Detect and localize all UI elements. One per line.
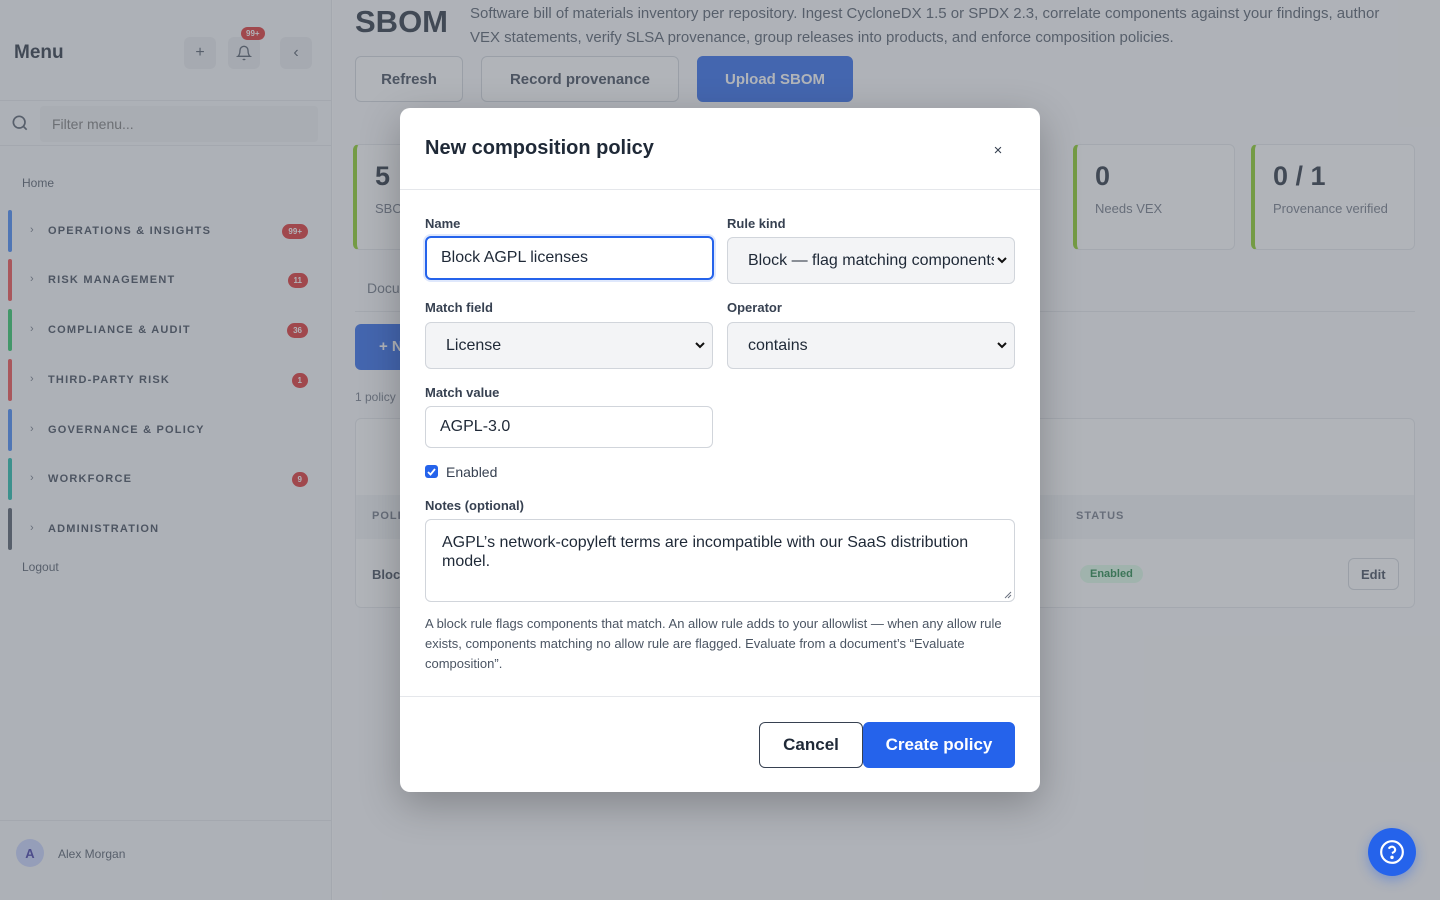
match-value-label: Match value — [425, 385, 500, 400]
resize-grip-icon[interactable] — [1004, 591, 1012, 599]
name-label: Name — [425, 216, 461, 231]
help-text: A block rule flags components that match… — [425, 616, 1002, 671]
notes-textarea[interactable]: AGPL’s network-copyleft terms are incomp… — [425, 519, 1015, 602]
check-icon — [427, 467, 436, 476]
operator-select[interactable]: contains — [727, 322, 1015, 369]
dialog-title: New composition policy — [425, 137, 654, 159]
chevron-down-icon — [994, 323, 1010, 368]
cancel-button[interactable]: Cancel — [759, 722, 863, 768]
rule-kind-label: Rule kind — [727, 216, 786, 231]
close-icon: × — [993, 141, 1003, 159]
name-input[interactable] — [425, 236, 714, 280]
match-field-select[interactable]: License — [425, 322, 713, 369]
notes-value: AGPL’s network-copyleft terms are incomp… — [442, 534, 969, 570]
operator-label: Operator — [727, 300, 782, 315]
rule-kind-select[interactable]: Block — flag matching components — [727, 237, 1015, 284]
enabled-checkbox[interactable] — [425, 465, 438, 478]
create-policy-button[interactable]: Create policy — [863, 722, 1015, 768]
rule-kind-value: Block — flag matching components — [748, 251, 994, 269]
chevron-down-icon — [692, 323, 708, 368]
dialog-header: New composition policy × — [400, 108, 1040, 190]
match-field-value: License — [446, 336, 502, 354]
close-button[interactable]: × — [986, 138, 1010, 162]
match-value-input[interactable] — [425, 406, 713, 448]
enabled-label[interactable]: Enabled — [446, 464, 497, 480]
operator-value: contains — [748, 336, 808, 354]
match-field-label: Match field — [425, 300, 493, 315]
dialog-footer: Cancel Create policy — [400, 696, 1040, 792]
new-policy-dialog: New composition policy × Name Rule kind … — [400, 108, 1040, 792]
help-button[interactable] — [1368, 828, 1416, 876]
chevron-down-icon — [994, 238, 1010, 283]
notes-label: Notes (optional) — [425, 498, 524, 513]
help-circle-icon — [1380, 840, 1404, 864]
